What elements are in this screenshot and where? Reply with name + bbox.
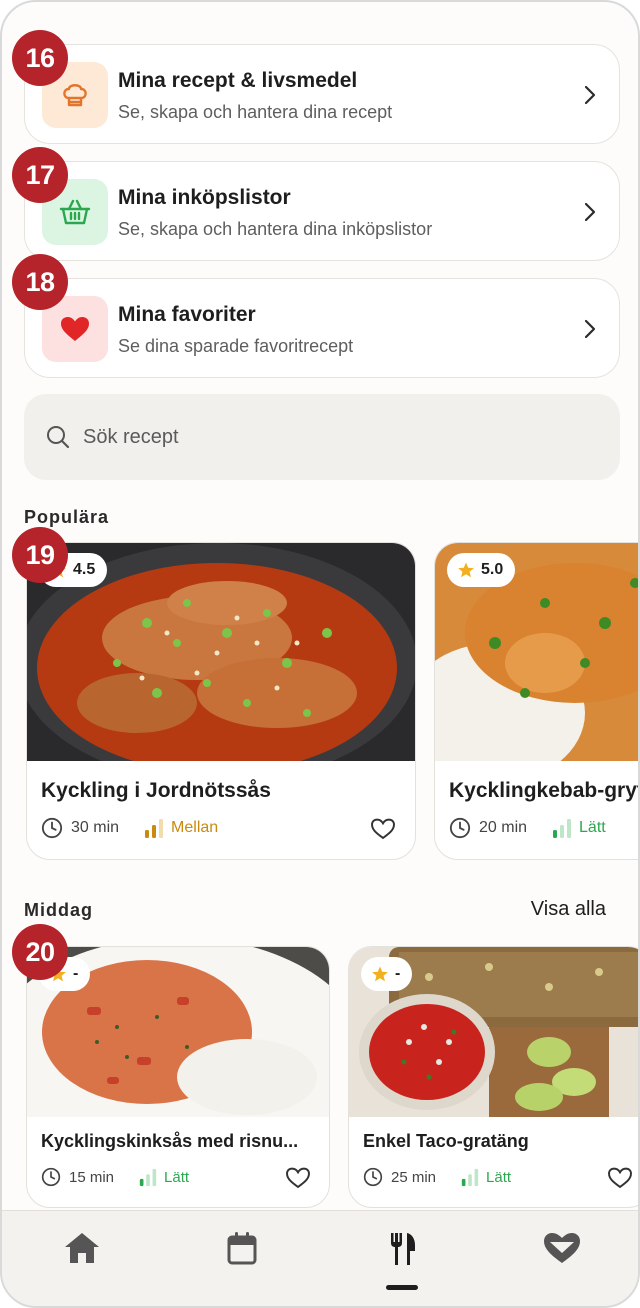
search-placeholder: Sök recept (83, 426, 179, 448)
recipe-card[interactable]: 4.5 Kyckling i Jordnötssås 30 min Mellan (26, 542, 416, 860)
search-input[interactable]: Sök recept (24, 394, 620, 480)
step-badge: 18 (12, 254, 68, 310)
heart-hands-icon (544, 1233, 580, 1263)
menu-subtitle: Se dina sparade favoritrecept (118, 336, 354, 356)
step-badge: 20 (12, 924, 68, 980)
recipe-title: Kycklingskinksås med risnu... (41, 1131, 299, 1151)
star-icon (372, 966, 388, 982)
rating-value: 4.5 (73, 561, 96, 578)
recipe-meta: 25 min Lätt (363, 1167, 511, 1187)
nav-home[interactable] (52, 1231, 112, 1275)
rating-value: - (73, 965, 79, 982)
phone-frame: 16 Mina recept & livsmedel Se, skapa och… (0, 0, 640, 1308)
recipe-time: 25 min (391, 1168, 437, 1186)
difficulty-bars-icon (145, 819, 164, 838)
menu-title: Mina favoriter (118, 303, 256, 326)
rating-badge: - (361, 957, 413, 991)
recipe-time: 30 min (71, 819, 120, 836)
menu-title: Mina inköpslistor (118, 186, 291, 209)
chevron-right-icon (584, 85, 596, 105)
section-title-dinner: Middag (24, 900, 93, 920)
favorite-heart-icon[interactable] (285, 1166, 311, 1190)
step-badge: 16 (12, 30, 68, 86)
search-icon (47, 426, 70, 449)
recipe-meta: 30 min Mellan (41, 817, 218, 839)
home-icon (65, 1233, 99, 1263)
menu-subtitle: Se, skapa och hantera dina recept (118, 102, 393, 122)
nav-recipes[interactable] (372, 1231, 432, 1275)
step-badge: 19 (12, 527, 68, 583)
my-recipes-card[interactable]: Mina recept & livsmedel Se, skapa och ha… (24, 44, 620, 144)
clock-icon (449, 817, 471, 839)
favorite-heart-icon[interactable] (370, 817, 396, 841)
clock-icon (41, 817, 63, 839)
difficulty-bars-icon (139, 1168, 157, 1187)
difficulty-label: Mellan (171, 819, 219, 836)
step-badge: 17 (12, 147, 68, 203)
active-tab-indicator (386, 1285, 418, 1290)
recipe-title: Enkel Taco-gratäng (363, 1131, 529, 1151)
recipe-meta: 15 min Lätt (41, 1167, 189, 1187)
bottom-nav (2, 1210, 638, 1306)
star-icon (458, 562, 474, 578)
recipe-title: Kyckling i Jordnötssås (41, 779, 271, 802)
favorite-heart-icon[interactable] (607, 1166, 633, 1190)
difficulty-label: Lätt (579, 819, 606, 836)
rating-value: 5.0 (481, 561, 504, 578)
section-title-popular: Populära (24, 507, 110, 527)
nav-calendar[interactable] (212, 1231, 272, 1275)
recipe-time: 15 min (69, 1168, 115, 1186)
menu-title: Mina recept & livsmedel (118, 69, 358, 92)
fork-knife-icon (391, 1233, 415, 1265)
clock-icon (41, 1167, 61, 1187)
calendar-icon (227, 1232, 257, 1265)
recipe-card[interactable]: - Enkel Taco-gratäng 25 min Lätt (348, 946, 638, 1208)
recipe-card[interactable]: - Kycklingskinksås med risnu... 15 min L… (26, 946, 330, 1208)
see-all-link[interactable]: Visa alla (531, 898, 606, 921)
nav-favorites[interactable] (532, 1231, 592, 1275)
recipe-meta: 20 min Lätt (449, 817, 606, 839)
my-favorites-card[interactable]: Mina favoriter Se dina sparade favoritre… (24, 278, 620, 378)
rating-badge: 5.0 (447, 553, 516, 587)
chevron-right-icon (584, 202, 596, 222)
difficulty-bars-icon (553, 819, 572, 838)
rating-value: - (395, 965, 401, 982)
menu-subtitle: Se, skapa och hantera dina inköpslistor (118, 219, 433, 239)
difficulty-label: Lätt (486, 1168, 512, 1186)
chevron-right-icon (584, 319, 596, 339)
recipe-card[interactable]: 5.0 Kycklingkebab-gryta 20 min Lätt (434, 542, 640, 860)
clock-icon (363, 1167, 383, 1187)
my-shopping-lists-card[interactable]: Mina inköpslistor Se, skapa och hantera … (24, 161, 620, 261)
recipe-time: 20 min (479, 819, 528, 836)
difficulty-label: Lätt (164, 1168, 190, 1186)
recipe-title: Kycklingkebab-gryta (449, 779, 640, 802)
difficulty-bars-icon (461, 1168, 479, 1187)
